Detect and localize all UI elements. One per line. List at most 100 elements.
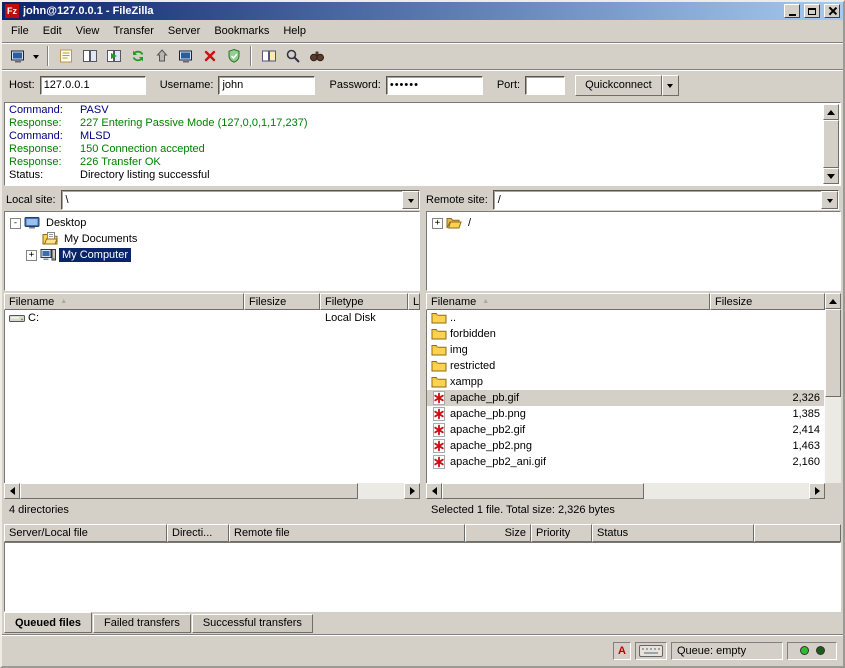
site-manager-dropdown-button[interactable] (30, 45, 42, 67)
tab-failed-transfers[interactable]: Failed transfers (93, 614, 191, 633)
quickconnect-button[interactable]: Quickconnect (575, 75, 662, 96)
column-header-remote-file[interactable]: Remote file (229, 524, 465, 542)
local-site-label: Local site: (6, 194, 56, 206)
file-row[interactable]: apache_pb.png 1,385 (427, 406, 824, 422)
remote-vertical-scrollbar[interactable] (825, 293, 841, 499)
file-row-selected[interactable]: apache_pb.gif 2,326 (427, 390, 824, 406)
log-line: Status:Directory listing successful (6, 169, 839, 182)
column-header-priority[interactable]: Priority (531, 524, 592, 542)
file-row[interactable]: .. (427, 310, 824, 326)
close-button[interactable] (824, 4, 840, 18)
port-input[interactable] (525, 76, 565, 95)
menu-view[interactable]: View (69, 22, 107, 40)
toggle-remote-tree-button[interactable] (102, 45, 125, 67)
find-files-button[interactable] (281, 45, 304, 67)
cancel-operation-button[interactable] (198, 45, 221, 67)
column-header-filename[interactable]: Filename (4, 293, 244, 310)
tab-successful-transfers[interactable]: Successful transfers (192, 614, 313, 633)
scroll-thumb[interactable] (825, 309, 841, 397)
folder-icon (431, 326, 447, 342)
folder-icon (431, 310, 447, 326)
scroll-up-button[interactable] (825, 293, 841, 309)
file-row[interactable]: xampp (427, 374, 824, 390)
scroll-thumb[interactable] (442, 483, 644, 499)
column-header-filesize[interactable]: Filesize (244, 293, 320, 310)
maximize-button[interactable] (804, 4, 820, 18)
column-header-last-modified[interactable]: L (408, 293, 420, 310)
menu-bookmarks[interactable]: Bookmarks (207, 22, 276, 40)
quickconnect-dropdown-button[interactable] (662, 75, 679, 96)
remote-site-label: Remote site: (426, 194, 488, 206)
scroll-left-button[interactable] (4, 483, 20, 499)
column-header-size[interactable]: Size (465, 524, 531, 542)
scroll-down-button[interactable] (823, 168, 839, 184)
scroll-left-button[interactable] (426, 483, 442, 499)
minimize-button[interactable] (784, 4, 800, 18)
local-horizontal-scrollbar[interactable] (4, 483, 420, 499)
tree-item-my-computer[interactable]: My Computer (5, 247, 419, 263)
chevron-down-icon (667, 84, 673, 91)
column-header-status[interactable]: Status (592, 524, 754, 542)
activity-led-panel (787, 642, 837, 660)
expand-icon[interactable] (26, 250, 37, 261)
scroll-right-button[interactable] (809, 483, 825, 499)
remote-site-combobox[interactable]: / (493, 190, 839, 210)
column-header-filesize[interactable]: Filesize (710, 293, 825, 310)
filter-files-button[interactable] (305, 45, 328, 67)
file-row-c-drive[interactable]: C: Local Disk (5, 310, 419, 326)
username-input[interactable] (218, 76, 315, 95)
site-manager-icon (10, 48, 26, 64)
directory-comparison-button[interactable] (257, 45, 280, 67)
column-header-filename[interactable]: Filename (426, 293, 710, 310)
menu-file[interactable]: File (4, 22, 36, 40)
menu-help[interactable]: Help (276, 22, 313, 40)
file-row[interactable]: forbidden (427, 326, 824, 342)
window-title: john@127.0.0.1 - FileZilla (23, 5, 780, 17)
menu-edit[interactable]: Edit (36, 22, 69, 40)
remote-horizontal-scrollbar[interactable] (426, 483, 825, 499)
tree-item-my-documents[interactable]: My Documents (5, 231, 419, 247)
toolbar (2, 42, 843, 69)
encryption-indicator (635, 642, 667, 660)
process-queue-button[interactable] (150, 45, 173, 67)
password-input[interactable] (386, 76, 483, 95)
tree-item-desktop[interactable]: Desktop (5, 215, 419, 231)
scroll-up-button[interactable] (823, 104, 839, 120)
site-manager-button[interactable] (6, 45, 29, 67)
column-header-direction[interactable]: Directi... (167, 524, 229, 542)
host-label: Host: (9, 79, 35, 91)
message-log: Command:PASV Response:227 Entering Passi… (4, 102, 841, 186)
toolbar-separator (47, 46, 49, 66)
remote-site-dropdown-button[interactable] (821, 191, 838, 209)
queue-tabs: Queued files Failed transfers Successful… (4, 612, 313, 633)
remote-site-value: / (494, 191, 821, 209)
scroll-right-button[interactable] (404, 483, 420, 499)
refresh-button[interactable] (126, 45, 149, 67)
log-scrollbar[interactable] (823, 104, 839, 184)
local-site-dropdown-button[interactable] (402, 191, 419, 209)
host-input[interactable] (40, 76, 146, 95)
preview-button[interactable] (174, 45, 197, 67)
menu-server[interactable]: Server (161, 22, 207, 40)
local-site-combobox[interactable]: \ (61, 190, 420, 210)
toggle-message-log-button[interactable] (54, 45, 77, 67)
folder-icon (431, 358, 447, 374)
scroll-thumb[interactable] (20, 483, 358, 499)
file-row[interactable]: apache_pb2.gif 2,414 (427, 422, 824, 438)
secure-status-button[interactable] (222, 45, 245, 67)
password-label: Password: (329, 79, 380, 91)
file-row[interactable]: apache_pb2.png 1,463 (427, 438, 824, 454)
menu-transfer[interactable]: Transfer (106, 22, 161, 40)
collapse-icon[interactable] (10, 218, 21, 229)
file-row[interactable]: apache_pb2_ani.gif 2,160 (427, 454, 824, 470)
scroll-thumb[interactable] (823, 120, 839, 168)
column-header-server-local-file[interactable]: Server/Local file (4, 524, 167, 542)
file-row[interactable]: img (427, 342, 824, 358)
tree-item-root[interactable]: / (427, 215, 840, 231)
column-header-filetype[interactable]: Filetype (320, 293, 408, 310)
tab-queued-files[interactable]: Queued files (4, 612, 92, 633)
toggle-local-tree-button[interactable] (78, 45, 101, 67)
file-row[interactable]: restricted (427, 358, 824, 374)
expand-icon[interactable] (432, 218, 443, 229)
title-bar: Fz john@127.0.0.1 - FileZilla (2, 2, 843, 20)
